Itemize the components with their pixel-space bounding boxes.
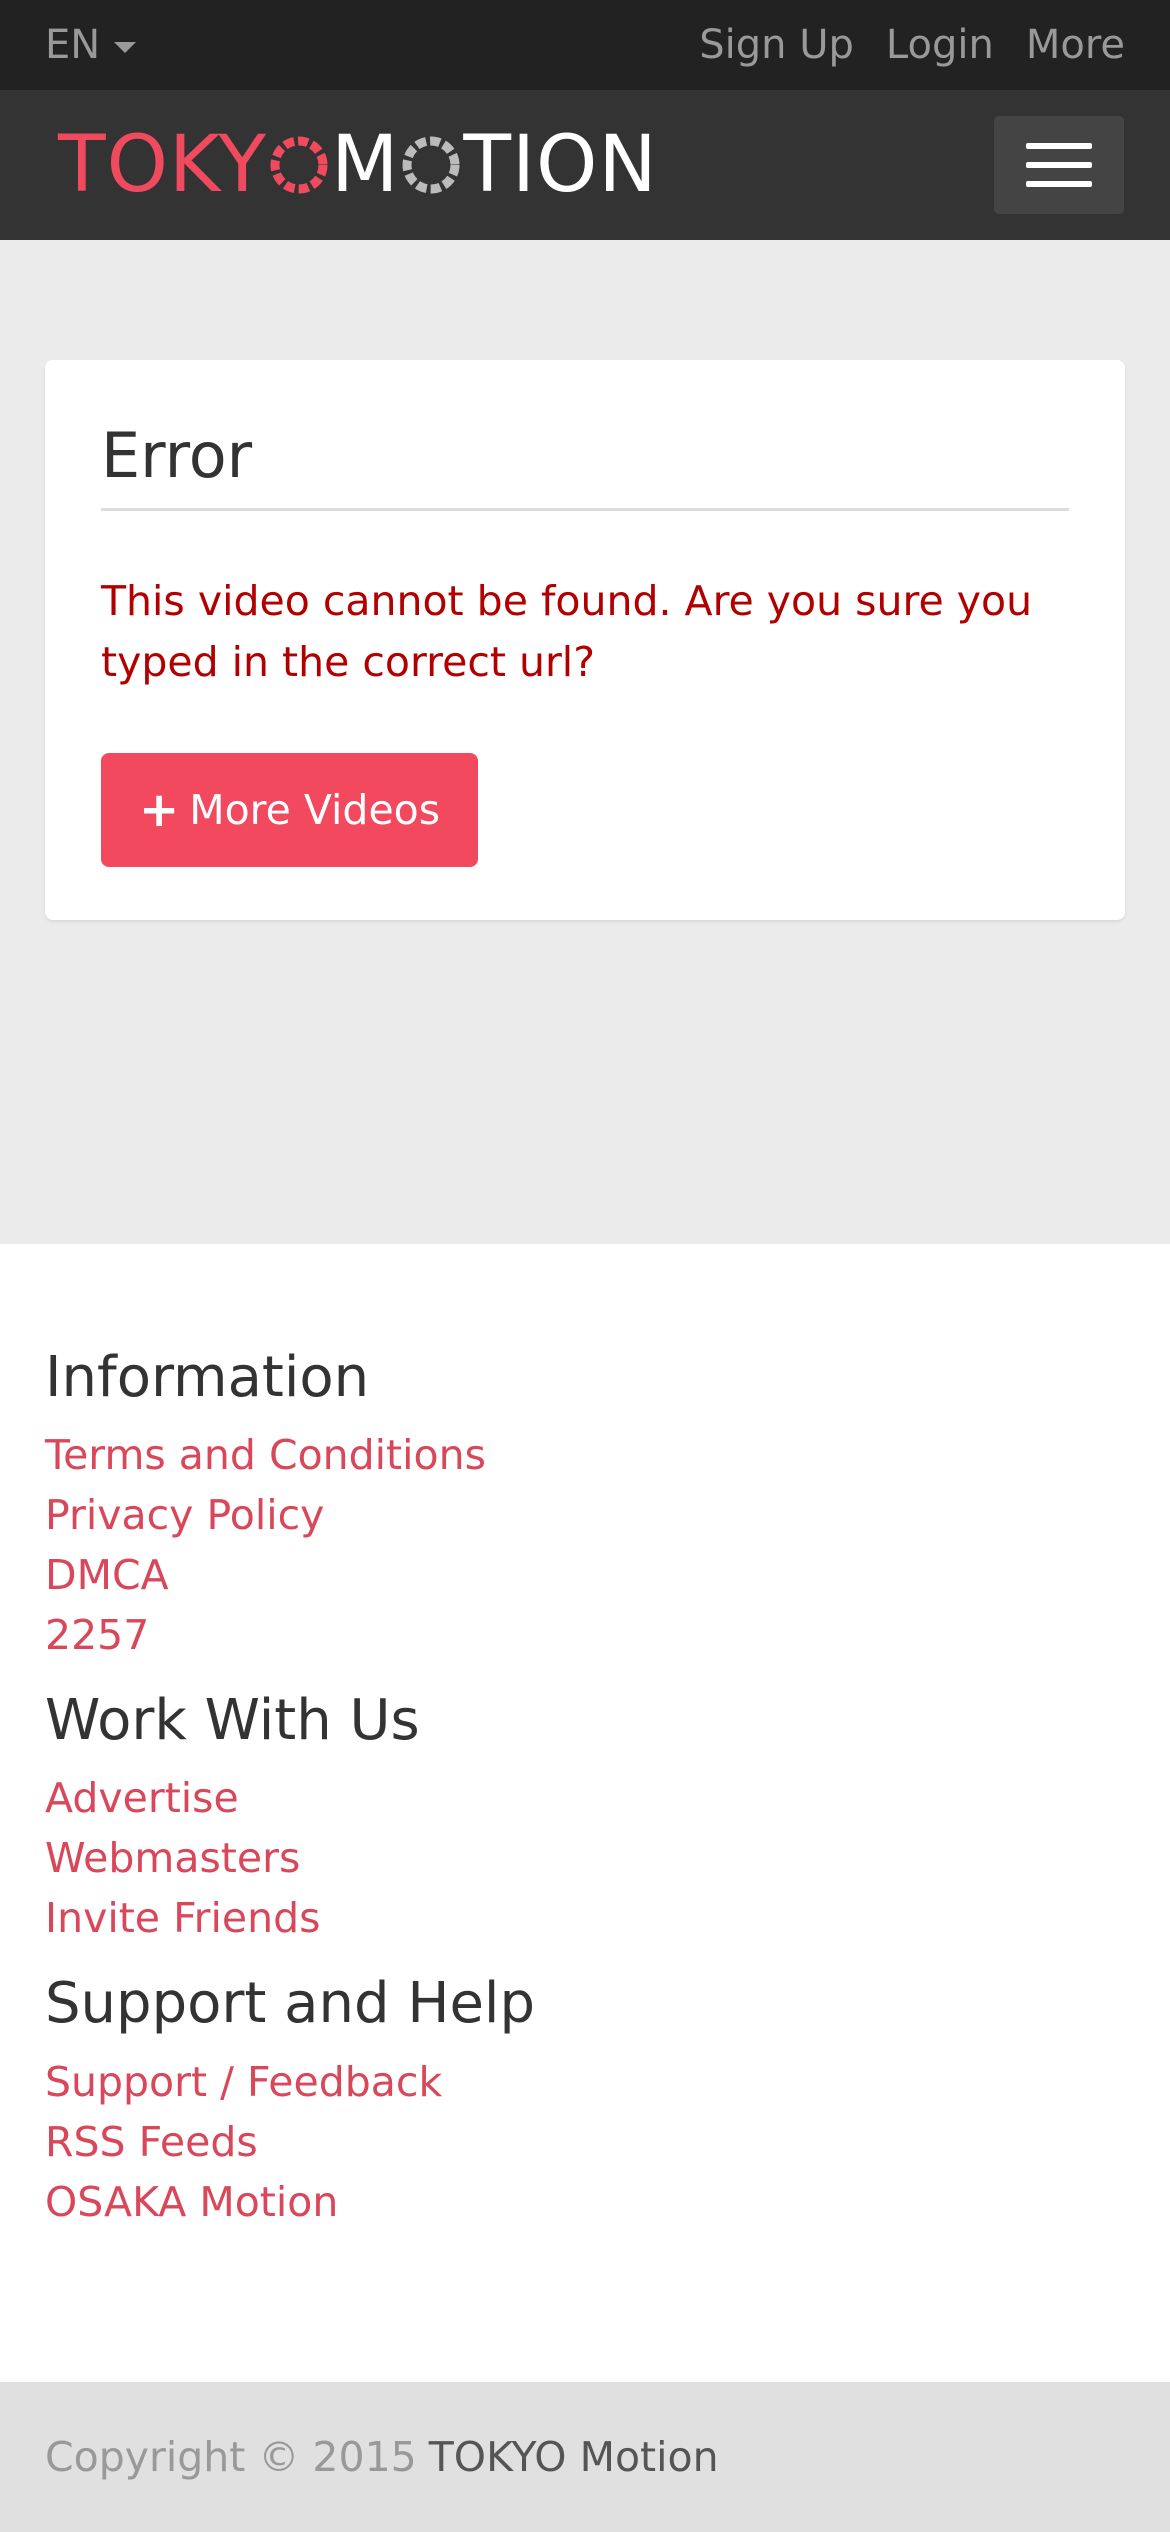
language-selector[interactable]: EN bbox=[45, 22, 137, 68]
error-message: This video cannot be found. Are you sure… bbox=[101, 577, 1033, 687]
logo-text-tion: TION bbox=[463, 120, 658, 210]
footer-list-work-with-us: Advertise Webmasters Invite Friends bbox=[45, 1768, 1125, 1948]
language-label[interactable]: EN bbox=[45, 22, 100, 68]
top-links: Sign Up Login More bbox=[699, 22, 1125, 68]
login-link[interactable]: Login bbox=[886, 22, 994, 68]
footer-list-information: Terms and Conditions Privacy Policy DMCA… bbox=[45, 1425, 1125, 1665]
caret-down-icon[interactable] bbox=[114, 41, 137, 53]
dmca-link[interactable]: DMCA bbox=[45, 1551, 169, 1599]
invite-friends-link[interactable]: Invite Friends bbox=[45, 1894, 321, 1942]
site-logo[interactable]: TOKY M TION bbox=[58, 126, 658, 204]
copyright-brand: TOKYO Motion bbox=[428, 2433, 719, 2481]
menu-toggle-button[interactable] bbox=[993, 115, 1125, 215]
copyright-text: Copyright © 2015 bbox=[45, 2433, 417, 2481]
error-title: Error bbox=[101, 421, 1069, 512]
advertise-link[interactable]: Advertise bbox=[45, 1774, 239, 1822]
hamburger-line-icon bbox=[1026, 181, 1092, 187]
logo-text-tokyo: TOKY bbox=[58, 120, 268, 210]
footer-heading-work-with-us: Work With Us bbox=[45, 1688, 420, 1754]
privacy-policy-link[interactable]: Privacy Policy bbox=[45, 1491, 324, 1539]
more-link[interactable]: More bbox=[1026, 22, 1125, 68]
more-videos-button[interactable]: + More Videos bbox=[101, 753, 479, 868]
terms-link[interactable]: Terms and Conditions bbox=[45, 1431, 486, 1479]
webmasters-link[interactable]: Webmasters bbox=[45, 1834, 300, 1882]
footer-heading-support: Support and Help bbox=[45, 1971, 535, 2037]
hamburger-line-icon bbox=[1026, 162, 1092, 168]
hamburger-line-icon bbox=[1026, 143, 1092, 149]
copyright-bar: Copyright © 2015 TOKYO Motion bbox=[0, 2382, 1170, 2532]
2257-link[interactable]: 2257 bbox=[45, 1611, 149, 1659]
rss-feeds-link[interactable]: RSS Feeds bbox=[45, 2118, 258, 2166]
more-videos-label: More Videos bbox=[189, 786, 441, 835]
osaka-motion-link[interactable]: OSAKA Motion bbox=[45, 2178, 338, 2226]
support-feedback-link[interactable]: Support / Feedback bbox=[45, 2058, 442, 2106]
site-header: TOKY M TION bbox=[0, 90, 1170, 240]
footer-list-support: Support / Feedback RSS Feeds OSAKA Motio… bbox=[45, 2052, 1125, 2232]
error-card: Error This video cannot be found. Are yo… bbox=[45, 360, 1125, 920]
site-footer: Information Terms and Conditions Privacy… bbox=[0, 1244, 1170, 2382]
sign-up-link[interactable]: Sign Up bbox=[699, 22, 854, 68]
plus-icon: + bbox=[139, 782, 180, 839]
top-bar: EN Sign Up Login More bbox=[0, 0, 1170, 90]
footer-heading-information: Information bbox=[45, 1345, 370, 1410]
logo-o-ring-red-icon bbox=[270, 136, 328, 194]
logo-o-ring-gray-icon bbox=[402, 136, 460, 194]
logo-text-m: M bbox=[331, 120, 400, 210]
